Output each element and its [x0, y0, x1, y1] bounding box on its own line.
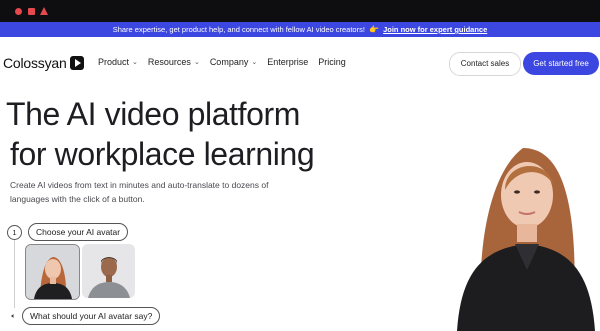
nav-item-resources[interactable]: Resources ⌄ [148, 57, 200, 67]
nav-item-enterprise[interactable]: Enterprise [267, 57, 308, 67]
play-logo-icon [69, 56, 84, 70]
page: Share expertise, get product help, and c… [0, 0, 600, 331]
logo-text: Colossyan [3, 55, 67, 71]
announcement-banner: Share expertise, get product help, and c… [0, 22, 600, 37]
speaker-icon: 🔈︎ [11, 312, 16, 320]
stop-square-icon[interactable] [28, 8, 35, 15]
step-2: 🔈︎ What should your AI avatar say? [7, 307, 161, 325]
nav-item-label: Product [98, 57, 130, 67]
hero-title-line1: The AI video platform [6, 96, 300, 132]
browser-chrome [0, 0, 600, 22]
avatar-option-woman[interactable] [25, 244, 80, 300]
choose-avatar-pill[interactable]: Choose your AI avatar [28, 223, 129, 241]
nav-item-label: Pricing [318, 57, 346, 67]
step-number: 1 [7, 224, 22, 240]
nav-item-label: Resources [147, 57, 191, 67]
nav-item-company[interactable]: Company ⌄ [210, 57, 257, 67]
navbar: Colossyan Product ⌄ Resources ⌄ Company … [0, 37, 600, 89]
get-started-button[interactable]: Get started free [523, 52, 599, 75]
hero-title: The AI video platform for workplace lear… [6, 94, 426, 174]
logo[interactable]: Colossyan [3, 55, 84, 71]
close-dot-icon[interactable] [15, 8, 22, 15]
chevron-down-icon: ⌄ [193, 59, 200, 66]
banner-link[interactable]: Join now for expert guidance [383, 25, 487, 34]
contact-sales-button[interactable]: Contact sales [449, 52, 521, 76]
step-connector-line [14, 238, 15, 308]
avatar-script-pill[interactable]: What should your AI avatar say? [22, 307, 161, 325]
banner-text: Share expertise, get product help, and c… [112, 25, 365, 34]
warning-triangle-icon[interactable] [40, 7, 48, 15]
nav-item-product[interactable]: Product ⌄ [98, 57, 138, 67]
presenter-image [445, 140, 600, 331]
chevron-down-icon: ⌄ [132, 59, 138, 66]
nav-item-label: Company [209, 57, 249, 67]
step-1: 1 Choose your AI avatar [7, 223, 129, 241]
main-menu: Product ⌄ Resources ⌄ Company ⌄ Enterpri… [98, 57, 346, 67]
hero-title-line2: for workplace learning [10, 136, 315, 172]
avatar-option-man[interactable] [82, 244, 135, 298]
nav-item-label: Enterprise [267, 57, 309, 67]
chevron-down-icon: ⌄ [251, 59, 258, 66]
hero-subtitle: Create AI videos from text in minutes an… [10, 180, 269, 204]
nav-item-pricing[interactable]: Pricing [318, 57, 346, 67]
pointing-hand-icon: 👉 [369, 25, 379, 34]
